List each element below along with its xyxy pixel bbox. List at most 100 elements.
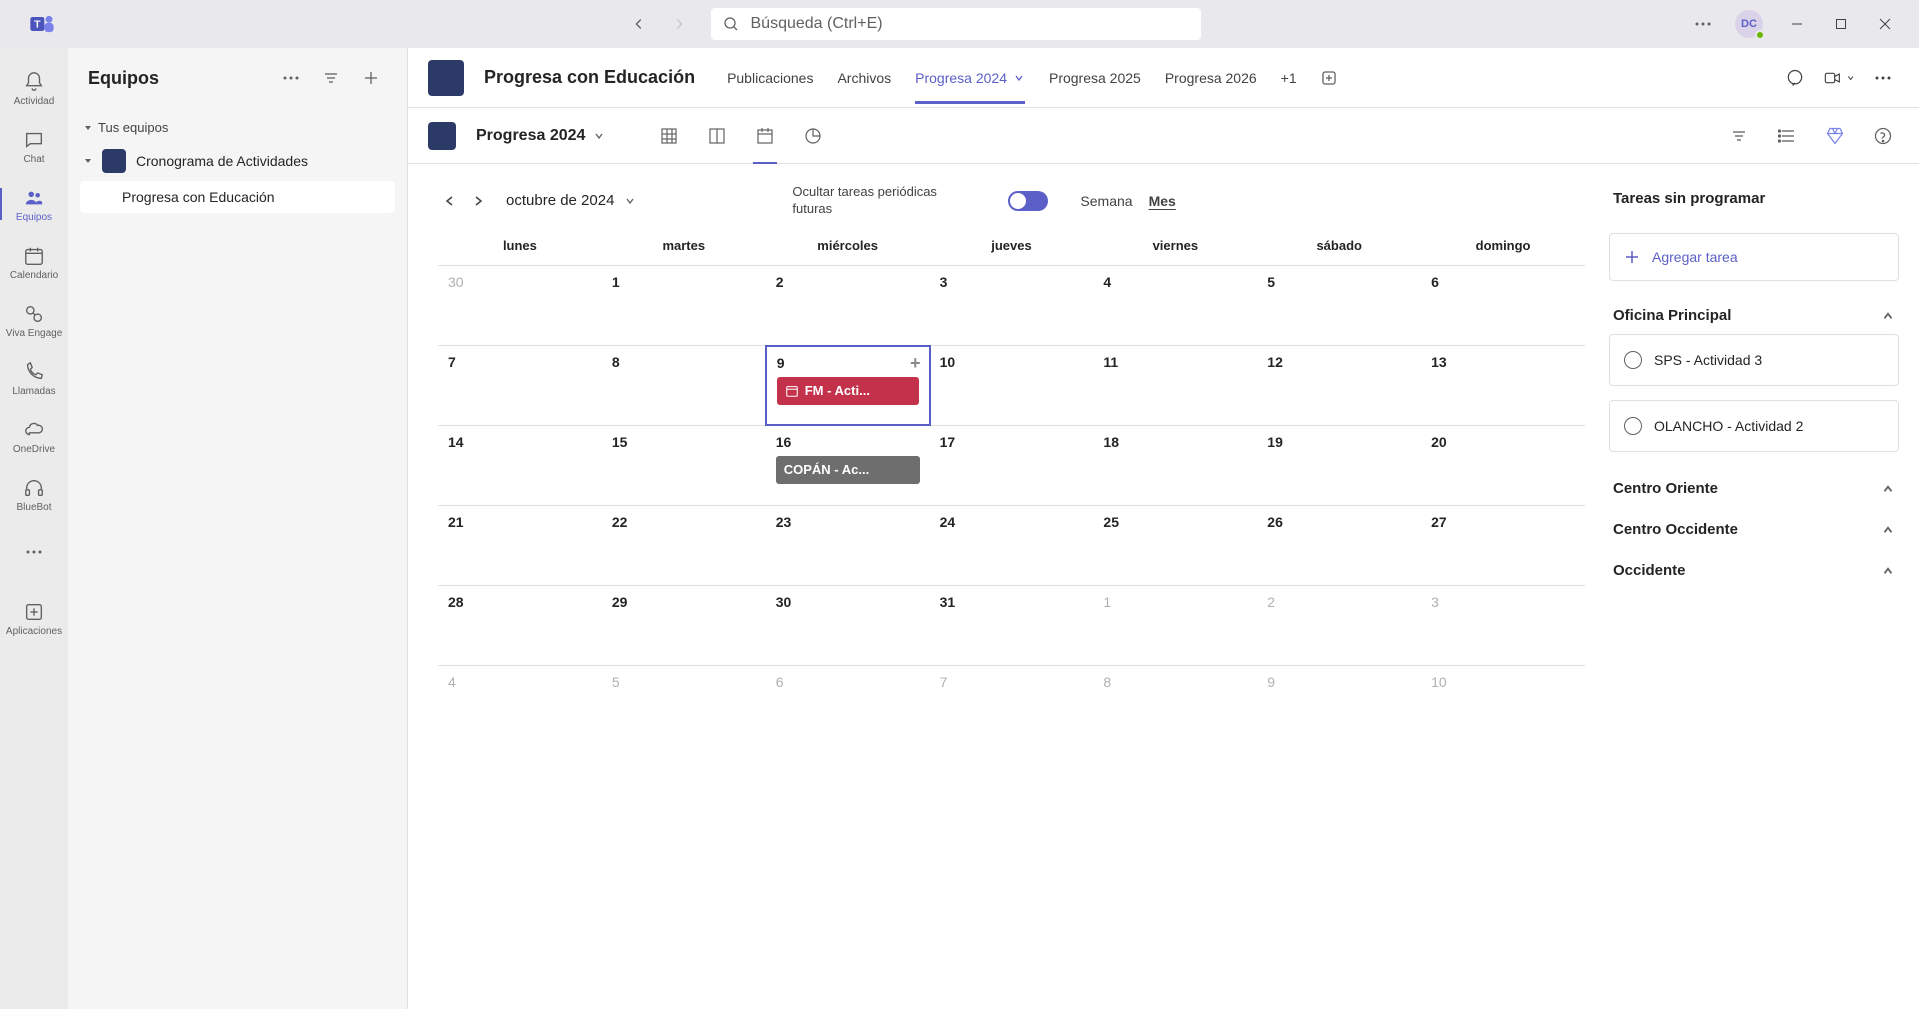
- meet-button[interactable]: [1823, 62, 1855, 94]
- help-button[interactable]: [1867, 120, 1899, 152]
- calendar-day[interactable]: 20: [1421, 426, 1585, 505]
- rail-onedrive[interactable]: OneDrive: [0, 408, 68, 464]
- tab-more[interactable]: +1: [1281, 52, 1297, 104]
- minimize-button[interactable]: [1779, 8, 1815, 40]
- calendar-day[interactable]: 5: [602, 666, 766, 745]
- calendar-day[interactable]: 26: [1257, 506, 1421, 585]
- board-view-button[interactable]: [697, 116, 737, 156]
- calendar-day[interactable]: 7: [930, 666, 1094, 745]
- tab-publicaciones[interactable]: Publicaciones: [727, 52, 813, 104]
- calendar-day[interactable]: 19: [1257, 426, 1421, 505]
- filter-button[interactable]: [315, 62, 347, 94]
- calendar-day[interactable]: 28: [438, 586, 602, 665]
- task-card[interactable]: SPS - Actividad 3: [1609, 334, 1899, 386]
- add-tab-button[interactable]: [1321, 52, 1337, 104]
- bucket-header[interactable]: Centro Occidente: [1609, 507, 1899, 548]
- task-complete-radio[interactable]: [1624, 351, 1642, 369]
- maximize-button[interactable]: [1823, 8, 1859, 40]
- rail-bluebot[interactable]: BlueBot: [0, 466, 68, 522]
- header-more-button[interactable]: [1867, 62, 1899, 94]
- task-complete-radio[interactable]: [1624, 417, 1642, 435]
- bucket-header[interactable]: Oficina Principal: [1609, 293, 1899, 334]
- calendar-day[interactable]: 29: [602, 586, 766, 665]
- calendar-day[interactable]: 8: [1093, 666, 1257, 745]
- calendar-day[interactable]: 30: [766, 586, 930, 665]
- add-task-button[interactable]: Agregar tarea: [1609, 233, 1899, 281]
- calendar-day[interactable]: 25: [1093, 506, 1257, 585]
- calendar-day[interactable]: 23: [766, 506, 930, 585]
- recurring-tasks-toggle[interactable]: [1008, 191, 1048, 211]
- grid-view-button[interactable]: [649, 116, 689, 156]
- bucket-header[interactable]: Centro Oriente: [1609, 466, 1899, 507]
- next-month-button[interactable]: [466, 189, 490, 213]
- calendar-day[interactable]: 11: [1093, 346, 1257, 425]
- calendar-event[interactable]: FM - Acti...: [777, 377, 919, 405]
- calendar-day[interactable]: 24: [930, 506, 1094, 585]
- calendar-day[interactable]: 3: [1421, 586, 1585, 665]
- calendar-day[interactable]: 8: [602, 346, 766, 425]
- prev-month-button[interactable]: [438, 189, 462, 213]
- calendar-day[interactable]: 4: [438, 666, 602, 745]
- calendar-day[interactable]: 5: [1257, 266, 1421, 345]
- more-button[interactable]: [1687, 8, 1719, 40]
- plan-name-dropdown[interactable]: Progresa 2024: [476, 127, 605, 145]
- calendar-day[interactable]: 27: [1421, 506, 1585, 585]
- calendar-day[interactable]: 10: [1421, 666, 1585, 745]
- calendar-day[interactable]: 2: [766, 266, 930, 345]
- create-team-button[interactable]: [355, 62, 387, 94]
- your-teams-group[interactable]: Tus equipos: [76, 112, 399, 143]
- week-view-toggle[interactable]: Semana: [1080, 193, 1132, 209]
- schedule-view-button[interactable]: [745, 116, 785, 156]
- calendar-event[interactable]: COPÁN - Ac...: [776, 456, 920, 484]
- calendar-day[interactable]: 6: [766, 666, 930, 745]
- rail-equipos[interactable]: Equipos: [0, 176, 68, 232]
- close-button[interactable]: [1867, 8, 1903, 40]
- premium-button[interactable]: [1819, 120, 1851, 152]
- charts-view-button[interactable]: [793, 116, 833, 156]
- add-task-on-day[interactable]: +: [910, 353, 921, 374]
- calendar-day[interactable]: 3: [930, 266, 1094, 345]
- calendar-day[interactable]: 30: [438, 266, 602, 345]
- rail-actividad[interactable]: Actividad: [0, 60, 68, 116]
- nav-forward-button[interactable]: [663, 8, 695, 40]
- search-input[interactable]: Búsqueda (Ctrl+E): [711, 8, 1201, 40]
- calendar-day[interactable]: 12: [1257, 346, 1421, 425]
- rail-more[interactable]: [0, 524, 68, 580]
- calendar-day[interactable]: 7: [438, 346, 602, 425]
- panel-more-button[interactable]: [275, 62, 307, 94]
- rail-llamadas[interactable]: Llamadas: [0, 350, 68, 406]
- calendar-day[interactable]: 16COPÁN - Ac...: [766, 426, 930, 505]
- rail-calendario[interactable]: Calendario: [0, 234, 68, 290]
- task-card[interactable]: OLANCHO - Actividad 2: [1609, 400, 1899, 452]
- avatar[interactable]: DC: [1735, 10, 1763, 38]
- tab-progresa-2026[interactable]: Progresa 2026: [1165, 52, 1257, 104]
- team-item[interactable]: Cronograma de Actividades: [76, 143, 399, 179]
- calendar-day[interactable]: 15: [602, 426, 766, 505]
- channel-item[interactable]: Progresa con Educación: [80, 181, 395, 213]
- plan-list-button[interactable]: [1771, 120, 1803, 152]
- tab-progresa-2025[interactable]: Progresa 2025: [1049, 52, 1141, 104]
- rail-apps[interactable]: Aplicaciones: [0, 590, 68, 646]
- calendar-day[interactable]: 6: [1421, 266, 1585, 345]
- calendar-day[interactable]: 1: [1093, 586, 1257, 665]
- month-picker[interactable]: octubre de 2024: [506, 192, 636, 209]
- calendar-day[interactable]: 4: [1093, 266, 1257, 345]
- calendar-day[interactable]: 9+FM - Acti...: [765, 345, 931, 426]
- calendar-day[interactable]: 9: [1257, 666, 1421, 745]
- tab-progresa-2024[interactable]: Progresa 2024: [915, 52, 1025, 104]
- calendar-day[interactable]: 31: [930, 586, 1094, 665]
- tab-archivos[interactable]: Archivos: [837, 52, 891, 104]
- conversation-button[interactable]: [1779, 62, 1811, 94]
- calendar-day[interactable]: 14: [438, 426, 602, 505]
- calendar-day[interactable]: 2: [1257, 586, 1421, 665]
- month-view-toggle[interactable]: Mes: [1149, 193, 1176, 209]
- rail-chat[interactable]: Chat: [0, 118, 68, 174]
- rail-viva[interactable]: Viva Engage: [0, 292, 68, 348]
- calendar-day[interactable]: 21: [438, 506, 602, 585]
- calendar-day[interactable]: 1: [602, 266, 766, 345]
- calendar-day[interactable]: 10: [930, 346, 1094, 425]
- calendar-day[interactable]: 18: [1093, 426, 1257, 505]
- bucket-header[interactable]: Occidente: [1609, 548, 1899, 589]
- calendar-day[interactable]: 22: [602, 506, 766, 585]
- plan-filter-button[interactable]: [1723, 120, 1755, 152]
